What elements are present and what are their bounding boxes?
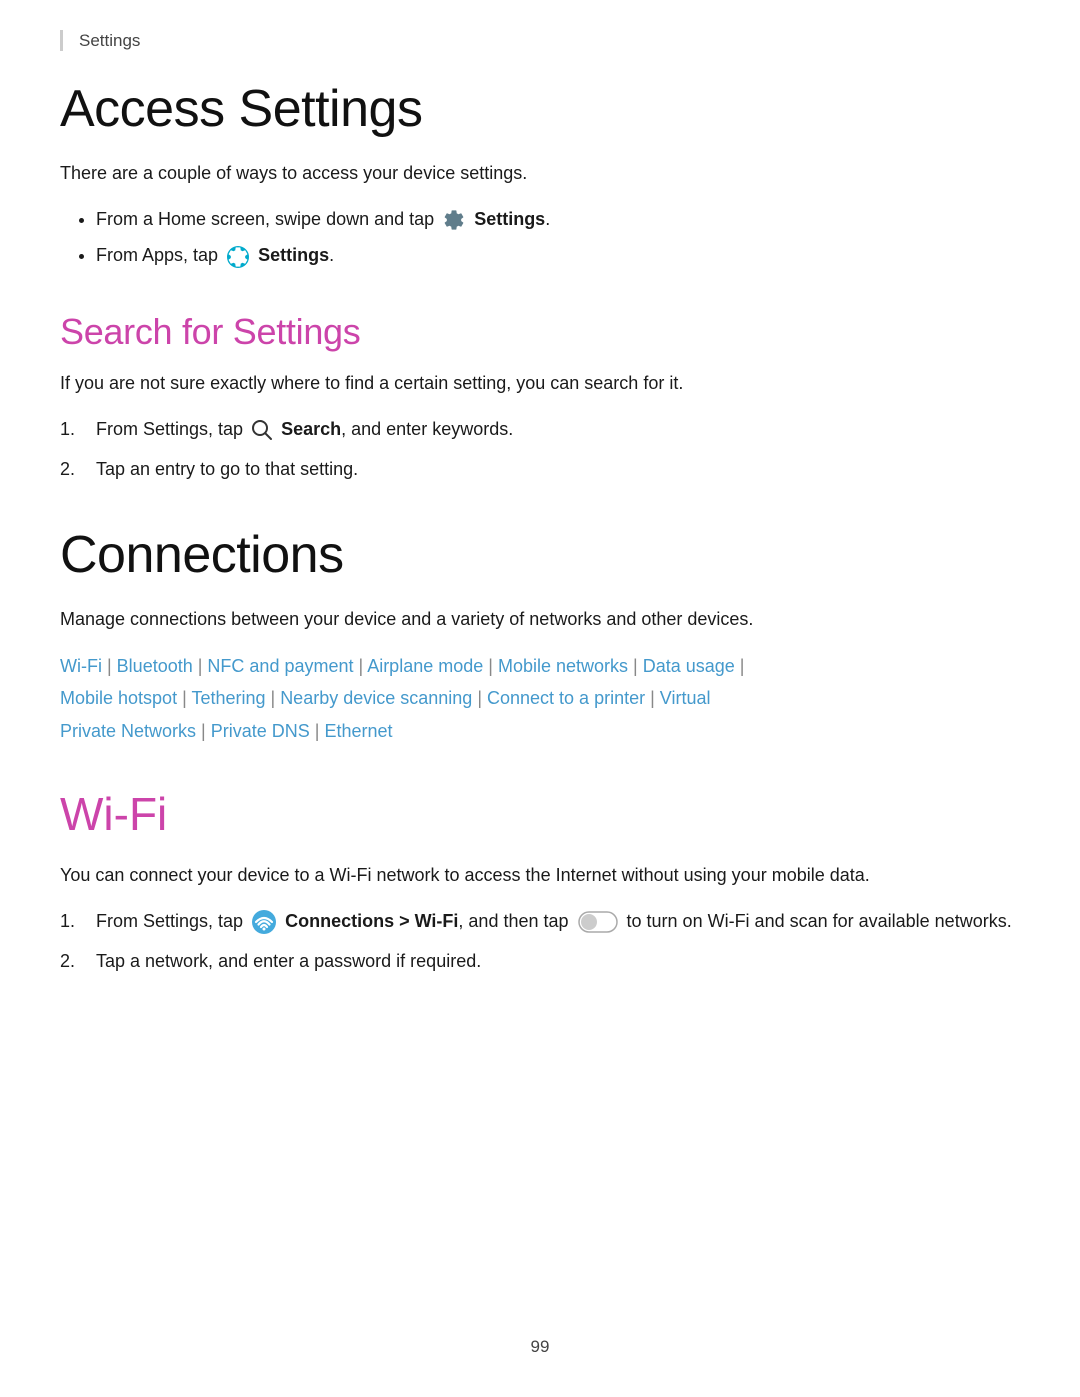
wifi-steps-list: 1. From Settings, tap Connections > Wi-F… bbox=[60, 906, 1020, 977]
link-nearby[interactable]: Nearby device scanning bbox=[280, 688, 472, 708]
divider: | bbox=[196, 721, 211, 741]
wifi-section: Wi-Fi You can connect your device to a W… bbox=[60, 787, 1020, 977]
list-item: 2. Tap a network, and enter a password i… bbox=[60, 946, 1020, 977]
wifi-step1-after: to turn on Wi-Fi and scan for available … bbox=[627, 911, 1012, 931]
divider: | bbox=[177, 688, 191, 708]
breadcrumb: Settings bbox=[60, 30, 1020, 51]
settings-gray-icon bbox=[442, 208, 466, 232]
link-vpn[interactable]: Virtual bbox=[660, 688, 711, 708]
access-settings-list: From a Home screen, swipe down and tap S… bbox=[60, 204, 1020, 271]
link-tethering[interactable]: Tethering bbox=[191, 688, 265, 708]
link-ethernet[interactable]: Ethernet bbox=[324, 721, 392, 741]
list-item: 1. From Settings, tap Search, and enter … bbox=[60, 414, 1020, 445]
link-data-usage[interactable]: Data usage bbox=[643, 656, 735, 676]
step1-bold: Search bbox=[281, 419, 341, 439]
link-nfc[interactable]: NFC and payment bbox=[207, 656, 353, 676]
page-container: Settings Access Settings There are a cou… bbox=[0, 0, 1080, 1397]
divider: | bbox=[102, 656, 117, 676]
step1-after: , and enter keywords. bbox=[341, 419, 513, 439]
list-item: From a Home screen, swipe down and tap S… bbox=[96, 204, 1020, 235]
wifi-step1-before: From Settings, tap bbox=[96, 911, 248, 931]
divider: | bbox=[645, 688, 660, 708]
connections-icon bbox=[251, 909, 277, 935]
divider: | bbox=[483, 656, 498, 676]
search-settings-title: Search for Settings bbox=[60, 311, 1020, 353]
wifi-step2-text: Tap a network, and enter a password if r… bbox=[96, 951, 481, 971]
breadcrumb-text: Settings bbox=[79, 31, 140, 50]
link-bluetooth[interactable]: Bluetooth bbox=[117, 656, 193, 676]
bullet-period: . bbox=[545, 209, 550, 229]
list-item: From Apps, tap Settings. bbox=[96, 240, 1020, 271]
bullet-text-before-2: From Apps, tap bbox=[96, 245, 223, 265]
bullet-text-before: From a Home screen, swipe down and tap bbox=[96, 209, 439, 229]
list-num: 1. bbox=[60, 414, 75, 445]
link-mobile-hotspot[interactable]: Mobile hotspot bbox=[60, 688, 177, 708]
search-icon bbox=[251, 419, 273, 441]
list-item: 1. From Settings, tap Connections > Wi-F… bbox=[60, 906, 1020, 937]
list-num-2: 2. bbox=[60, 946, 75, 977]
search-settings-section: Search for Settings If you are not sure … bbox=[60, 311, 1020, 485]
list-num-2: 2. bbox=[60, 454, 75, 485]
wifi-title: Wi-Fi bbox=[60, 787, 1020, 841]
wifi-intro: You can connect your device to a Wi-Fi n… bbox=[60, 861, 1020, 890]
link-private-dns[interactable]: Private DNS bbox=[211, 721, 310, 741]
bullet-settings-bold-2: Settings bbox=[258, 245, 329, 265]
search-settings-intro: If you are not sure exactly where to fin… bbox=[60, 369, 1020, 398]
bullet-settings-bold: Settings bbox=[474, 209, 545, 229]
connections-title: Connections bbox=[60, 525, 1020, 585]
divider: | bbox=[310, 721, 325, 741]
wifi-step1-bold: Connections > Wi-Fi bbox=[285, 911, 458, 931]
settings-blue-icon bbox=[226, 245, 250, 269]
toggle-icon bbox=[578, 911, 618, 933]
connections-links: Wi-Fi | Bluetooth | NFC and payment | Ai… bbox=[60, 650, 1020, 747]
step1-text-before: From Settings, tap bbox=[96, 419, 248, 439]
link-printer[interactable]: Connect to a printer bbox=[487, 688, 645, 708]
divider: | bbox=[266, 688, 281, 708]
access-settings-section: Access Settings There are a couple of wa… bbox=[60, 79, 1020, 271]
list-num: 1. bbox=[60, 906, 75, 937]
divider: | bbox=[628, 656, 643, 676]
connections-intro: Manage connections between your device a… bbox=[60, 605, 1020, 634]
link-mobile-networks[interactable]: Mobile networks bbox=[498, 656, 628, 676]
wifi-step1-middle: , and then tap bbox=[458, 911, 573, 931]
list-item: 2. Tap an entry to go to that setting. bbox=[60, 454, 1020, 485]
divider: | bbox=[735, 656, 745, 676]
search-settings-list: 1. From Settings, tap Search, and enter … bbox=[60, 414, 1020, 485]
divider: | bbox=[472, 688, 487, 708]
access-settings-title: Access Settings bbox=[60, 79, 1020, 139]
link-airplane[interactable]: Airplane mode bbox=[367, 656, 483, 676]
connections-section: Connections Manage connections between y… bbox=[60, 525, 1020, 747]
divider: | bbox=[354, 656, 368, 676]
access-settings-intro: There are a couple of ways to access you… bbox=[60, 159, 1020, 188]
page-number: 99 bbox=[0, 1337, 1080, 1357]
bullet-period-2: . bbox=[329, 245, 334, 265]
step2-text: Tap an entry to go to that setting. bbox=[96, 459, 358, 479]
link-vpn-2[interactable]: Private Networks bbox=[60, 721, 196, 741]
link-wifi[interactable]: Wi-Fi bbox=[60, 656, 102, 676]
divider: | bbox=[193, 656, 208, 676]
